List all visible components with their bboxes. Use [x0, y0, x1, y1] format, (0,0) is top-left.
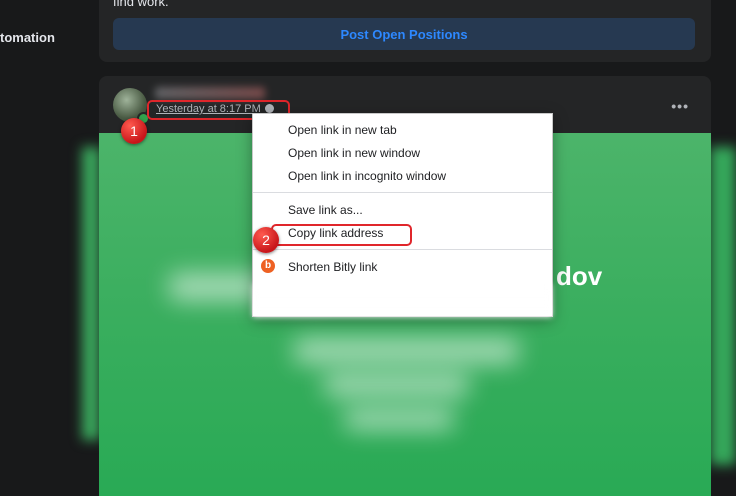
card-snippet-text: find work. [113, 0, 169, 9]
menu-item-open-new-tab[interactable]: Open link in new tab [253, 119, 552, 141]
author-name-redacted [155, 87, 265, 99]
menu-separator [253, 249, 552, 250]
menu-item-shorten-bitly[interactable]: b Shorten Bitly link [253, 256, 552, 278]
context-menu: Open link in new tab Open link in new wi… [252, 113, 553, 317]
image-headline-partial: dov [556, 261, 603, 291]
more-options-icon[interactable]: ••• [671, 98, 689, 114]
step-badge-2: 2 [253, 227, 279, 253]
menu-item-label: Shorten Bitly link [288, 260, 378, 274]
blurred-strip-left [82, 147, 100, 440]
post-open-positions-button[interactable]: Post Open Positions [113, 18, 695, 50]
menu-item-label: Open link in incognito window [288, 169, 447, 183]
menu-item-label: Open link in new window [288, 146, 421, 160]
step-badge-1: 1 [121, 118, 147, 144]
menu-item-open-incognito[interactable]: Open link in incognito window [253, 165, 552, 187]
menu-item-open-new-window[interactable]: Open link in new window [253, 142, 552, 164]
menu-blurred-area [253, 284, 552, 317]
copy-link-highlight-box [271, 224, 412, 246]
blurred-text-line [294, 338, 519, 364]
menu-item-label: Open link in new tab [288, 123, 397, 137]
sidebar-item-label[interactable]: tomation [0, 30, 55, 45]
menu-item-label: Save link as... [288, 203, 363, 217]
blurred-text-line [344, 408, 454, 430]
menu-item-save-link-as[interactable]: Save link as... [253, 199, 552, 221]
blurred-text-line [324, 373, 469, 397]
jobs-card: find work. Post Open Positions [99, 0, 711, 62]
blurred-strip-right [710, 147, 736, 465]
bitly-icon: b [261, 259, 275, 273]
menu-separator [253, 192, 552, 193]
